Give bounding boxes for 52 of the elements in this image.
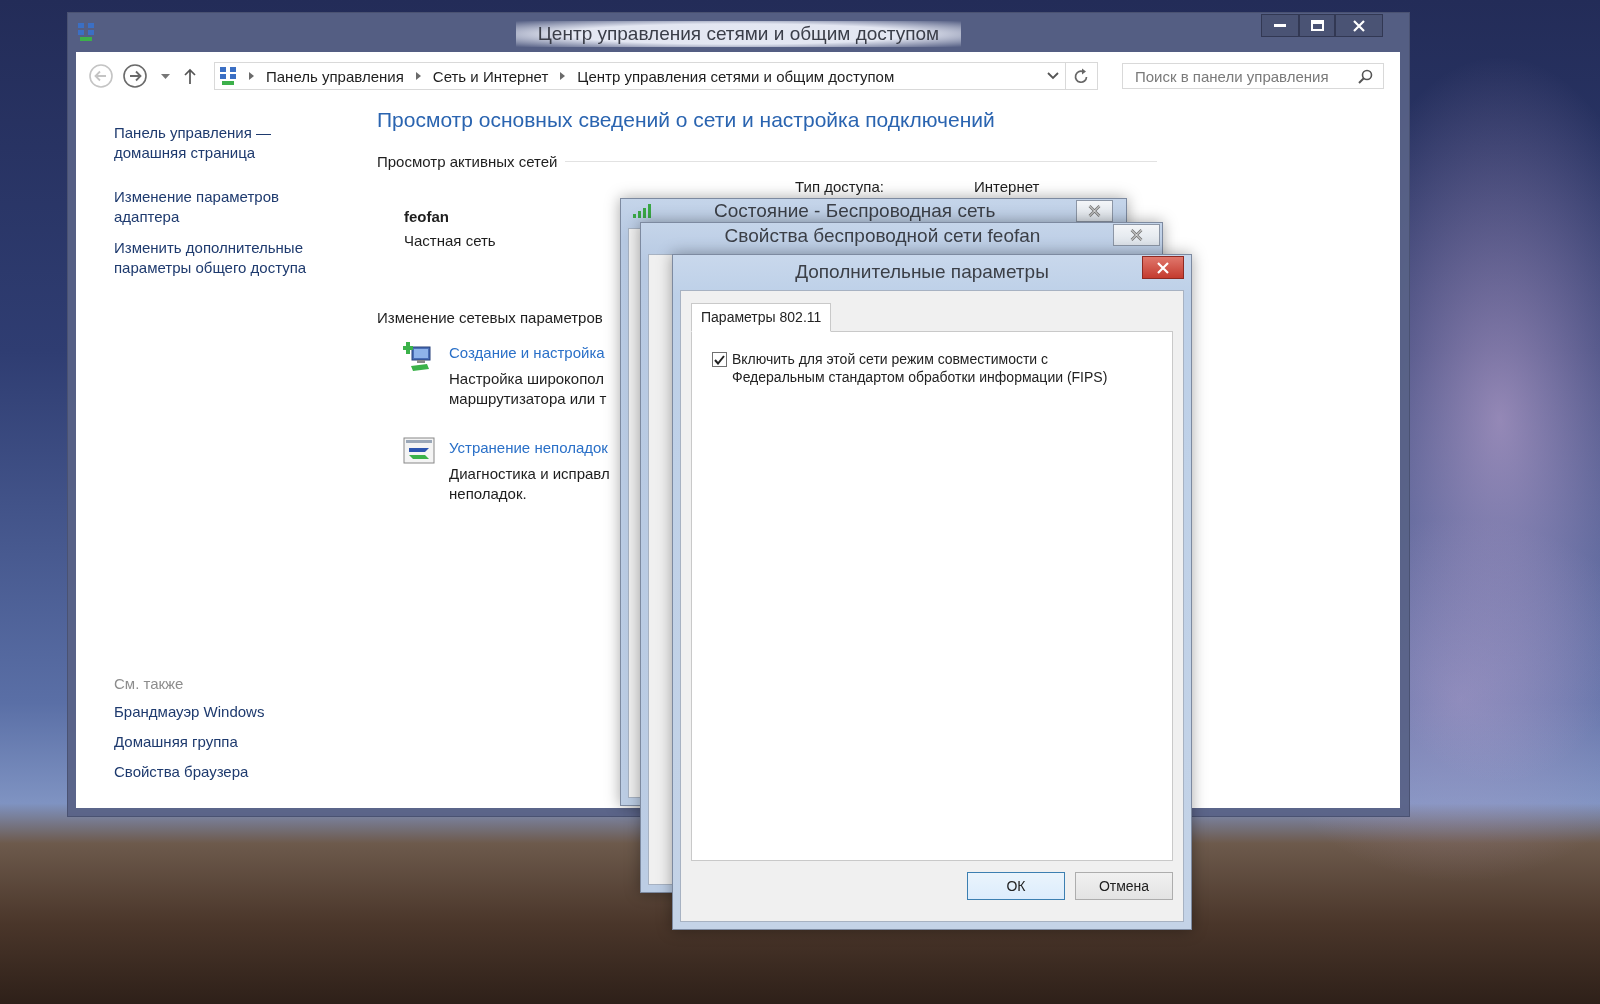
dialog-button[interactable]: ОК [967, 872, 1065, 900]
sidebar-link[interactable]: Панель управления — домашняя страница [114, 123, 271, 163]
network-name: feofan [404, 208, 449, 225]
network-type: Частная сеть [404, 232, 496, 249]
access-type-label: Тип доступа: [795, 178, 884, 196]
window-title: Центр управления сетями и общим доступом [515, 21, 962, 47]
minimize-button[interactable] [1261, 14, 1299, 37]
chevron-icon[interactable] [415, 72, 421, 80]
caret-icon[interactable] [160, 73, 170, 79]
task-description: Диагностика и исправл неполадок. [449, 464, 610, 504]
minimize-icon[interactable] [1274, 23, 1286, 28]
checkbox-label: Включить для этой сети режим совместимости с Федеральным стандартом обработки информации (FIPS) [732, 350, 1108, 386]
task-link[interactable]: Создание и настройка [449, 342, 605, 364]
dialog-title: Свойства беспроводной сети feofan [724, 225, 1041, 247]
task-description: Настройка широкопол маршрутизатора или т [449, 369, 607, 409]
close-icon[interactable] [1130, 229, 1143, 241]
network-icon [77, 22, 95, 42]
search-icon[interactable] [1358, 68, 1373, 84]
close-button[interactable] [1335, 14, 1383, 37]
checkbox[interactable] [712, 352, 727, 367]
network-icon[interactable] [219, 66, 237, 86]
window-bars-icon [403, 437, 435, 465]
access-type-value: Интернет [973, 178, 1040, 196]
forward-button[interactable] [122, 63, 148, 89]
dialog-button[interactable]: Отмена [1075, 872, 1173, 900]
sidebar-link[interactable]: Изменение параметров адаптера [114, 187, 279, 227]
page-heading: Просмотр основных сведений о сети и настройка подключений [377, 107, 995, 133]
section-label: См. также [114, 675, 185, 692]
close-button[interactable] [1142, 256, 1184, 279]
chevron-icon[interactable] [560, 72, 566, 80]
dialog-title: Состояние - Беспроводная сеть [714, 200, 996, 222]
tab[interactable]: Параметры 802.11 [691, 303, 832, 332]
maximize-button[interactable] [1299, 14, 1335, 37]
breadcrumb-link[interactable]: Центр управления сетями и общим доступом [577, 67, 895, 85]
address-bar[interactable]: Панель управления Сеть и Интернет Центр управления сетями и общим доступом [214, 62, 1098, 90]
task-link[interactable]: Устранение неполадок [449, 437, 608, 459]
breadcrumb-link[interactable]: Панель управления [266, 67, 404, 85]
breadcrumb-link[interactable]: Сеть и Интернет [432, 67, 549, 85]
sidebar-link[interactable]: Свойства браузера [114, 762, 249, 782]
refresh-icon[interactable] [1074, 68, 1089, 84]
chevron-icon[interactable] [249, 72, 254, 80]
close-icon[interactable] [1088, 205, 1101, 217]
section-title: Изменение сетевых параметров [377, 309, 603, 326]
sidebar-link[interactable]: Изменить дополнительные параметры общего доступа [114, 238, 307, 278]
signal-icon [632, 203, 654, 219]
dialog-title: Дополнительные параметры [795, 261, 1049, 283]
search-field[interactable]: Поиск в панели управления [1122, 63, 1384, 89]
up-button[interactable] [182, 66, 198, 86]
maximize-icon[interactable] [1310, 20, 1324, 31]
sidebar-link[interactable]: Домашняя группа [114, 732, 238, 752]
section-title: Просмотр активных сетей [377, 153, 558, 170]
sidebar-link[interactable]: Брандмауэр Windows [114, 702, 265, 722]
